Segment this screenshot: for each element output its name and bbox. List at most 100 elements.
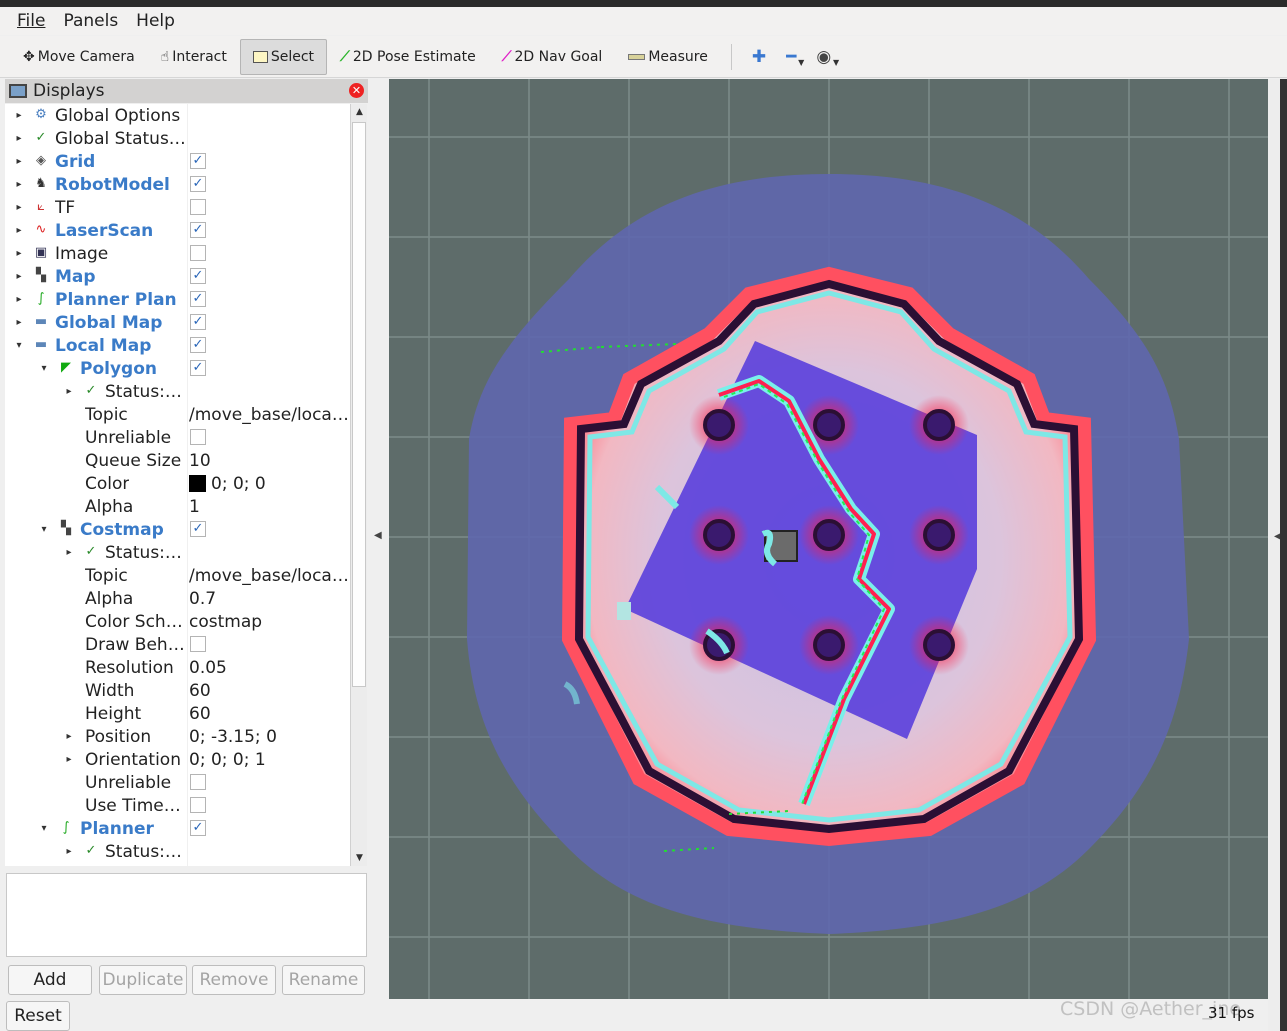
measure-tool[interactable]: Measure	[615, 39, 721, 75]
expand-down-icon[interactable]: ▾	[38, 823, 50, 834]
tree-row[interactable]: Draw Beh…	[5, 633, 350, 656]
property-value[interactable]: /move_base/Dij…	[189, 865, 337, 867]
tree-row[interactable]: Topic/move_base/Dij…	[5, 863, 350, 867]
visibility-checkbox[interactable]	[190, 774, 206, 790]
expand-right-icon[interactable]: ▸	[13, 156, 25, 167]
tree-row[interactable]: ▸ ∿ LaserScan ✓	[5, 219, 350, 242]
expand-right-icon[interactable]: ▸	[63, 731, 75, 742]
property-value-cell[interactable]: 10	[189, 451, 349, 471]
expand-right-icon[interactable]: ▸	[13, 248, 25, 259]
nav-goal-tool[interactable]: ⟋ 2D Nav Goal	[489, 39, 616, 75]
expand-right-icon[interactable]: ▸	[63, 846, 75, 857]
tree-row[interactable]: Height 60	[5, 702, 350, 725]
tree-row[interactable]: ▸ ♞ RobotModel ✓	[5, 173, 350, 196]
displays-tree[interactable]: ▸ ⚙ Global Options ▸ ✓ Global Status… ▸ ◈ Grid ✓ ▸…	[5, 104, 350, 866]
expand-right-icon[interactable]: ▸	[63, 547, 75, 558]
rename-button[interactable]: Rename	[282, 965, 365, 995]
visibility-checkbox[interactable]: ✓	[190, 176, 206, 192]
property-value-cell[interactable]: 0.7	[189, 589, 349, 609]
expand-down-icon[interactable]: ▾	[38, 524, 50, 535]
color-swatch[interactable]	[189, 474, 206, 492]
interact-tool[interactable]: ☝ Interact	[148, 39, 240, 75]
visibility-checkbox[interactable]: ✓	[190, 360, 206, 376]
3d-viewport[interactable]	[389, 79, 1268, 999]
tree-row[interactable]: ▸ ✓ Status:…	[5, 840, 350, 863]
scroll-thumb[interactable]	[352, 122, 366, 687]
tree-row[interactable]: ▸ ◈ Grid ✓	[5, 150, 350, 173]
tree-row[interactable]: ▸ ⟀ TF	[5, 196, 350, 219]
visibility-checkbox[interactable]: ✓	[190, 268, 206, 284]
duplicate-button[interactable]: Duplicate	[99, 965, 187, 995]
tree-row[interactable]: Use Time…	[5, 794, 350, 817]
move-camera-tool[interactable]: ✥ Move Camera	[10, 39, 148, 75]
expand-right-icon[interactable]: ▸	[13, 133, 25, 144]
tree-row[interactable]: Alpha 1	[5, 495, 350, 518]
tree-row[interactable]: ▾ ◤ Polygon ✓	[5, 357, 350, 380]
expand-right-icon[interactable]: ▸	[63, 386, 75, 397]
visibility-checkbox[interactable]: ✓	[190, 314, 206, 330]
tree-row[interactable]: ▸ ▣ Image	[5, 242, 350, 265]
property-value-cell[interactable]: costmap	[189, 612, 349, 632]
expand-down-icon[interactable]: ▾	[38, 363, 50, 374]
menu-panels[interactable]: Panels	[63, 11, 118, 31]
scroll-down-icon[interactable]: ▼	[351, 850, 368, 866]
reset-button[interactable]: Reset	[6, 1001, 70, 1031]
property-value[interactable]: 0.05	[189, 658, 227, 678]
property-value-cell[interactable]: /move_base/loca…	[189, 566, 349, 586]
menu-help[interactable]: Help	[136, 11, 175, 31]
tree-row[interactable]: ▸ ∫ Planner Plan ✓	[5, 288, 350, 311]
visibility-checkbox[interactable]	[190, 636, 206, 652]
close-icon[interactable]: ✕	[349, 83, 364, 98]
tree-row[interactable]: ▸ Orientation 0; 0; 0; 1	[5, 748, 350, 771]
expand-right-icon[interactable]: ▸	[13, 225, 25, 236]
visibility-checkbox[interactable]: ✓	[190, 222, 206, 238]
tree-row[interactable]: Width 60	[5, 679, 350, 702]
expand-right-icon[interactable]: ▸	[13, 294, 25, 305]
tree-row[interactable]: ▸ ▚ Map ✓	[5, 265, 350, 288]
visibility-checkbox[interactable]	[190, 429, 206, 445]
add-tool-button[interactable]: ✚	[742, 47, 776, 67]
property-value[interactable]: 0; 0; 0	[211, 474, 266, 494]
select-tool[interactable]: Select	[239, 38, 328, 75]
tree-row[interactable]: Queue Size 10	[5, 449, 350, 472]
expand-right-icon[interactable]: ▸	[13, 110, 25, 121]
expand-right-icon[interactable]: ▸	[63, 754, 75, 765]
visibility-checkbox[interactable]: ✓	[190, 820, 206, 836]
tree-row[interactable]: Color 0; 0; 0	[5, 472, 350, 495]
expand-right-icon[interactable]: ▸	[13, 202, 25, 213]
scroll-up-icon[interactable]: ▲	[351, 104, 368, 120]
property-value-cell[interactable]: 0; 0; 0; 1	[189, 750, 349, 770]
view-button[interactable]: ◉ ▼	[806, 47, 841, 67]
splitter-handle[interactable]: ◀	[374, 530, 382, 541]
tree-row[interactable]: ▸ ✓ Global Status…	[5, 127, 350, 150]
property-value-cell[interactable]: 0.05	[189, 658, 349, 678]
expand-right-icon[interactable]: ▸	[13, 271, 25, 282]
visibility-checkbox[interactable]: ✓	[190, 153, 206, 169]
property-value[interactable]: 1	[189, 497, 200, 517]
tree-row[interactable]: Resolution 0.05	[5, 656, 350, 679]
property-value-cell[interactable]: 60	[189, 704, 349, 724]
tree-scrollbar[interactable]: ▲ ▼	[350, 104, 367, 866]
property-value-cell[interactable]: 60	[189, 681, 349, 701]
tree-row[interactable]: ▾ ▬ Local Map ✓	[5, 334, 350, 357]
tree-row[interactable]: Alpha 0.7	[5, 587, 350, 610]
property-value[interactable]: 0; -3.15; 0	[189, 727, 277, 747]
property-value[interactable]: /move_base/loca…	[189, 405, 349, 425]
visibility-checkbox[interactable]: ✓	[190, 337, 206, 353]
property-value[interactable]: 10	[189, 451, 211, 471]
tree-row[interactable]: ▸ ✓ Status:…	[5, 380, 350, 403]
property-value-cell[interactable]: 1	[189, 497, 349, 517]
tree-row[interactable]: ▸ Position 0; -3.15; 0	[5, 725, 350, 748]
property-value[interactable]: 0; 0; 0; 1	[189, 750, 266, 770]
expand-right-icon[interactable]: ▸	[13, 317, 25, 328]
expand-down-icon[interactable]: ▾	[13, 340, 25, 351]
tree-row[interactable]: Unreliable	[5, 426, 350, 449]
visibility-checkbox[interactable]	[190, 797, 206, 813]
tree-row[interactable]: Topic/move_base/loca…	[5, 403, 350, 426]
visibility-checkbox[interactable]: ✓	[190, 521, 206, 537]
pose-estimate-tool[interactable]: ⟋ 2D Pose Estimate	[327, 39, 489, 75]
tree-row[interactable]: ▸ ✓ Status:…	[5, 541, 350, 564]
expand-right-icon[interactable]: ▸	[13, 179, 25, 190]
tree-row[interactable]: Color Sch… costmap	[5, 610, 350, 633]
property-value[interactable]: 60	[189, 704, 211, 724]
